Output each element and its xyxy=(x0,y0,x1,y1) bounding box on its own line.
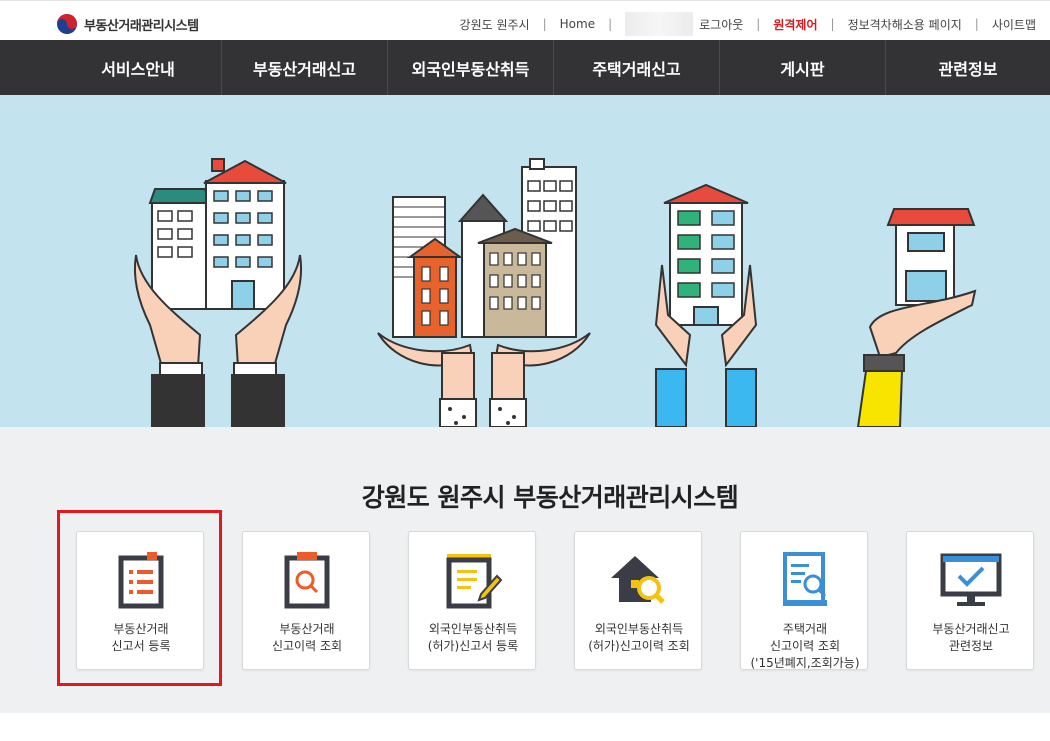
card-related-info[interactable]: 부동산거래신고 관련정보 xyxy=(906,531,1034,670)
accessibility-page-link[interactable]: 정보격차해소용 페이지 xyxy=(835,16,975,33)
card-label: 주택거래 신고이력 조회 ('15년폐지,조회가능) xyxy=(750,622,860,670)
building-group-4 xyxy=(856,208,977,427)
card-trade-report-history[interactable]: 부동산거래 신고이력 조회 xyxy=(242,531,370,670)
card-label: 외국인부동산취득 (허가)신고서 등록 xyxy=(427,622,519,653)
report-search-icon xyxy=(284,552,330,609)
sitemap-link[interactable]: 사이트맵 xyxy=(979,16,1036,33)
nav-item-trade-report[interactable]: 부동산거래신고 xyxy=(222,40,388,95)
nav-item-related-info[interactable]: 관련정보 xyxy=(886,40,1050,95)
building-group-2 xyxy=(377,158,591,427)
selection-highlight-box xyxy=(57,510,222,686)
logo-text: 부동산거래관리시스템 xyxy=(84,18,199,34)
card-label: 부동산거래 신고이력 조회 xyxy=(271,622,343,653)
taegeuk-logo-icon xyxy=(57,14,77,34)
card-housing-report-history[interactable]: 주택거래 신고이력 조회 ('15년폐지,조회가능) xyxy=(740,531,868,670)
blurred-username xyxy=(625,12,694,36)
nav-item-service-guide[interactable]: 서비스안내 xyxy=(0,40,222,95)
user-info-blurred xyxy=(612,12,699,36)
house-search-icon xyxy=(611,556,665,604)
top-bar: 부동산거래관리시스템 강원도 원주시 | Home | 로그아웃 | 원격제어 … xyxy=(0,0,1050,41)
document-search-icon xyxy=(783,552,827,606)
card-label: 부동산거래신고 관련정보 xyxy=(932,622,1010,653)
logout-link[interactable]: 로그아웃 xyxy=(699,16,756,33)
nav-item-housing-report[interactable]: 주택거래신고 xyxy=(554,40,720,95)
document-edit-icon xyxy=(446,554,503,609)
region-link[interactable]: 강원도 원주시 xyxy=(447,16,543,33)
card-foreign-acquisition-register[interactable]: 외국인부동산취득 (허가)신고서 등록 xyxy=(408,531,536,670)
utility-links: 강원도 원주시 | Home | 로그아웃 | 원격제어 | 정보격차해소용 페… xyxy=(447,12,1036,36)
building-group-3 xyxy=(654,183,758,427)
card-label: 외국인부동산취득 (허가)신고이력 조회 xyxy=(588,622,690,653)
monitor-check-icon xyxy=(940,553,1002,606)
nav-item-board[interactable]: 게시판 xyxy=(720,40,886,95)
page-bottom xyxy=(0,713,1050,741)
logo[interactable]: 부동산거래관리시스템 xyxy=(56,13,199,35)
home-link[interactable]: Home xyxy=(547,17,608,31)
hero-banner xyxy=(0,95,1050,427)
hands-holding-buildings-illustration xyxy=(134,158,977,427)
building-group-1 xyxy=(134,158,302,427)
main-nav: 서비스안내 부동산거래신고 외국인부동산취득 주택거래신고 게시판 관련정보 xyxy=(0,40,1050,95)
remote-control-link[interactable]: 원격제어 xyxy=(760,16,830,33)
page-title: 강원도 원주시 부동산거래관리시스템 xyxy=(361,483,739,512)
card-foreign-acquisition-history[interactable]: 외국인부동산취득 (허가)신고이력 조회 xyxy=(574,531,702,670)
nav-item-foreign-acquisition[interactable]: 외국인부동산취득 xyxy=(388,40,554,95)
